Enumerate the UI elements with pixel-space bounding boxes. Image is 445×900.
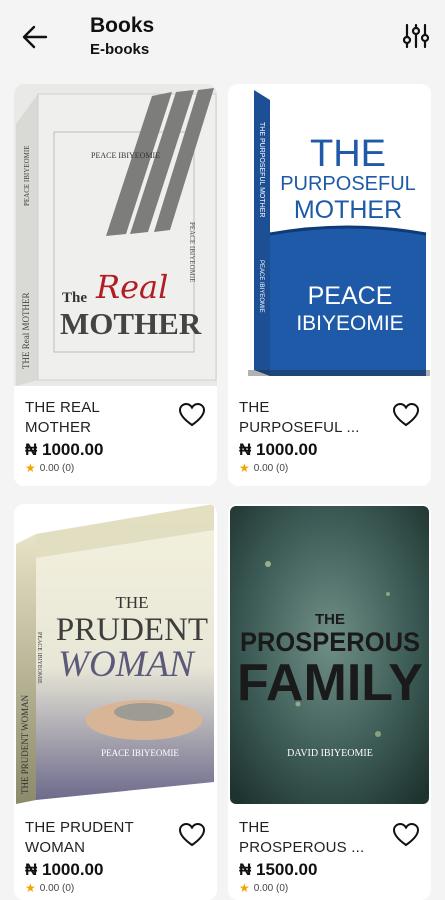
star-icon: ★ bbox=[239, 461, 250, 475]
app-header: Books E-books bbox=[0, 0, 445, 78]
cover-spine: THE PURPOSEFUL MOTHER bbox=[258, 122, 265, 217]
book-title-line2: PROSPEROUS ... bbox=[239, 839, 365, 856]
favorite-button[interactable] bbox=[178, 402, 206, 428]
cover-script: Real bbox=[95, 268, 168, 306]
favorite-button[interactable] bbox=[392, 822, 420, 848]
book-title-line2: MOTHER bbox=[25, 419, 92, 436]
book-rating: ★ 0.00 (0) bbox=[239, 881, 288, 895]
cover-author: DAVID IBIYEOMIE bbox=[287, 748, 373, 759]
cover-line2: FAMILY bbox=[237, 654, 423, 712]
back-button[interactable] bbox=[20, 24, 50, 50]
cover-line2: PURPOSEFUL bbox=[280, 173, 416, 195]
book-rating: ★ 0.00 (0) bbox=[25, 881, 74, 895]
cover-line2: WOMAN bbox=[58, 644, 196, 685]
heart-icon bbox=[178, 822, 206, 847]
book-title: THE PROSPEROUS ... bbox=[239, 818, 384, 858]
book-card[interactable]: PEACE IBIYEOMIE The Real MOTHER THE Real… bbox=[14, 84, 217, 486]
cover-author1: PEACE bbox=[308, 282, 393, 310]
favorite-button[interactable] bbox=[392, 402, 420, 428]
book-cover-the-purposeful-mother[interactable]: THE PURPOSEFUL MOTHER PEACE IBIYEOMIE TH… bbox=[228, 84, 431, 386]
page-subtitle: E-books bbox=[90, 41, 150, 58]
heart-icon bbox=[392, 822, 420, 847]
book-rating: ★ 0.00 (0) bbox=[239, 461, 288, 475]
cover-spine: THE PRUDENT WOMAN bbox=[20, 694, 30, 794]
star-icon: ★ bbox=[25, 461, 36, 475]
cover-the: THE bbox=[315, 611, 345, 628]
arrow-left-icon bbox=[22, 25, 48, 49]
cover-spine: THE Real MOTHER bbox=[21, 293, 31, 370]
favorite-button[interactable] bbox=[178, 822, 206, 848]
cover-spine-author: PEACE IBIYEOMIE bbox=[258, 260, 264, 313]
rating-value: 0.00 (0) bbox=[253, 882, 289, 894]
book-title: THE PURPOSEFUL ... bbox=[239, 398, 384, 438]
cover-side-author: PEACE IBIYEOMIE bbox=[188, 222, 196, 282]
cover-author2: IBIYEOMIE bbox=[296, 312, 403, 335]
cover-the: The bbox=[62, 290, 87, 306]
book-price: ₦ 1000.00 bbox=[25, 440, 104, 459]
book-rating: ★ 0.00 (0) bbox=[25, 461, 74, 475]
book-cover-the-prosperous-family[interactable]: THE PROSPEROUS FAMILY DAVID IBIYEOMIE bbox=[228, 504, 431, 806]
cover-the: THE bbox=[115, 593, 148, 612]
star-icon: ★ bbox=[239, 881, 250, 895]
book-title-line1: THE bbox=[239, 399, 270, 416]
rating-value: 0.00 (0) bbox=[253, 462, 289, 474]
cover-line3: MOTHER bbox=[294, 196, 402, 224]
book-title-line1: THE PRUDENT bbox=[25, 819, 134, 836]
book-title: THE REAL MOTHER bbox=[25, 398, 170, 438]
book-title-line2: WOMAN bbox=[25, 839, 86, 856]
rating-value: 0.00 (0) bbox=[39, 882, 75, 894]
cover-spine-author: PEACE IBIYEOMIE bbox=[23, 146, 31, 206]
book-card[interactable]: THE PRUDENT WOMAN PEACE IBIYEOMIE THE PR… bbox=[14, 504, 217, 900]
book-card[interactable]: THE PURPOSEFUL MOTHER PEACE IBIYEOMIE TH… bbox=[228, 84, 431, 486]
page-title: Books bbox=[90, 14, 155, 37]
cover-author: PEACE IBIYEOMIE bbox=[91, 151, 160, 160]
cover-line1: THE bbox=[310, 133, 386, 175]
heart-icon bbox=[178, 402, 206, 427]
sliders-icon bbox=[402, 23, 430, 49]
heart-icon bbox=[392, 402, 420, 427]
cover-main: MOTHER bbox=[60, 306, 202, 341]
book-card[interactable]: THE PROSPEROUS FAMILY DAVID IBIYEOMIE TH… bbox=[228, 504, 431, 900]
book-price: ₦ 1000.00 bbox=[25, 860, 104, 879]
book-price: ₦ 1000.00 bbox=[239, 440, 318, 459]
filter-button[interactable] bbox=[402, 22, 430, 50]
book-price: ₦ 1500.00 bbox=[239, 860, 318, 879]
rating-value: 0.00 (0) bbox=[39, 462, 75, 474]
book-cover-the-real-mother[interactable]: PEACE IBIYEOMIE The Real MOTHER THE Real… bbox=[14, 84, 217, 386]
star-icon: ★ bbox=[25, 881, 36, 895]
book-title-line1: THE REAL bbox=[25, 399, 100, 416]
book-title-line1: THE bbox=[239, 819, 270, 836]
cover-line1: PROSPEROUS bbox=[240, 627, 420, 657]
cover-line1: PRUDENT bbox=[56, 612, 208, 648]
cover-spine-author: PEACE IBIYEOMIE bbox=[36, 632, 42, 684]
cover-author: PEACE IBIYEOMIE bbox=[101, 748, 179, 758]
book-title-line2: PURPOSEFUL ... bbox=[239, 419, 360, 436]
book-cover-the-prudent-woman[interactable]: THE PRUDENT WOMAN PEACE IBIYEOMIE THE PR… bbox=[14, 504, 217, 806]
book-title: THE PRUDENT WOMAN bbox=[25, 818, 170, 858]
